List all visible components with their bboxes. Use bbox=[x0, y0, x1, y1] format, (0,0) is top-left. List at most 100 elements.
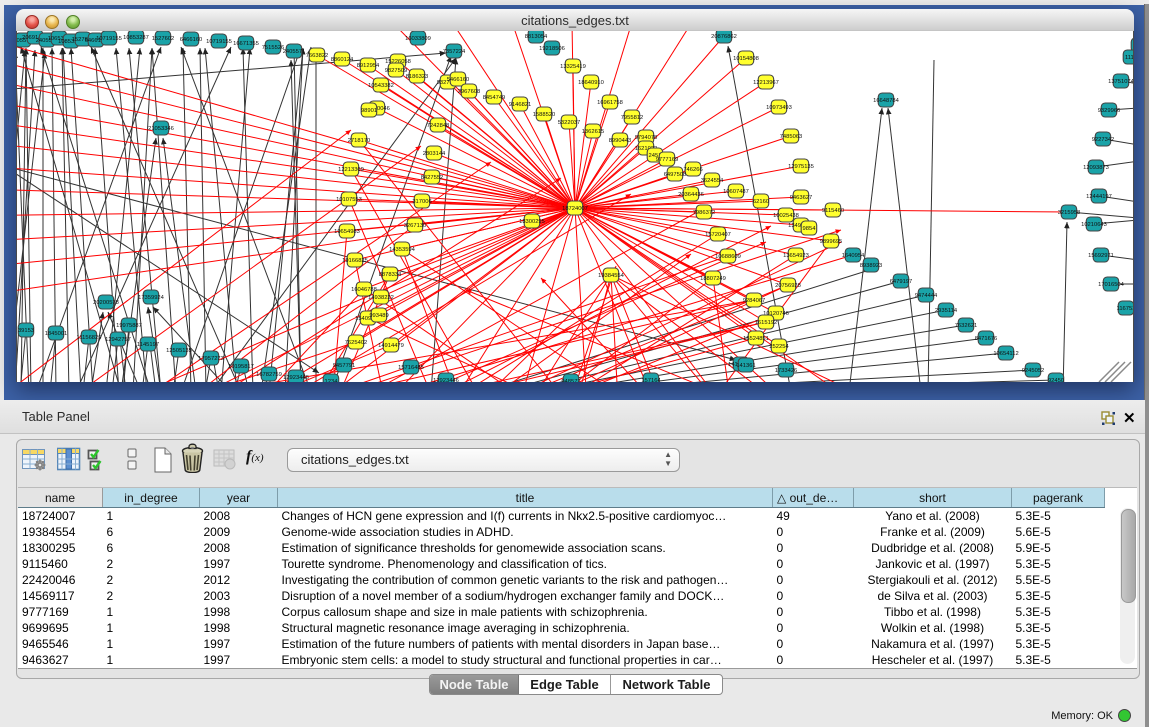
svg-text:39153: 39153 bbox=[18, 328, 34, 334]
svg-text:9284067: 9284067 bbox=[743, 298, 766, 304]
svg-text:8186323: 8186323 bbox=[406, 74, 429, 80]
svg-text:12923446: 12923446 bbox=[433, 378, 459, 382]
svg-text:19654983: 19654983 bbox=[334, 229, 360, 235]
svg-text:20364436: 20364436 bbox=[678, 192, 704, 198]
svg-text:18807249: 18807249 bbox=[700, 276, 726, 282]
svg-text:9794078: 9794078 bbox=[635, 135, 658, 141]
svg-text:17359924: 17359924 bbox=[138, 295, 165, 301]
svg-text:7986372: 7986372 bbox=[693, 210, 716, 216]
svg-text:8427552: 8427552 bbox=[421, 175, 444, 181]
svg-text:15716485: 15716485 bbox=[398, 365, 424, 371]
svg-text:7663822: 7663822 bbox=[306, 53, 329, 59]
svg-text:14353594: 14353594 bbox=[389, 247, 416, 253]
svg-text:2967608: 2967608 bbox=[458, 89, 481, 95]
svg-text:18640910: 18640910 bbox=[578, 80, 604, 86]
svg-text:9227342: 9227342 bbox=[1092, 137, 1115, 143]
svg-text:7632621: 7632621 bbox=[955, 323, 978, 329]
svg-text:2935114: 2935114 bbox=[935, 308, 958, 314]
svg-text:9115460: 9115460 bbox=[822, 208, 844, 214]
svg-text:2803144: 2803144 bbox=[423, 151, 446, 157]
svg-text:13751074: 13751074 bbox=[1108, 79, 1134, 85]
svg-text:9899695: 9899695 bbox=[820, 239, 843, 245]
svg-text:19218506: 19218506 bbox=[539, 46, 565, 52]
svg-text:9463627: 9463627 bbox=[790, 195, 813, 201]
svg-text:1588520: 1588520 bbox=[533, 112, 556, 118]
svg-text:1845001: 1845001 bbox=[45, 331, 68, 337]
svg-text:12942757: 12942757 bbox=[105, 337, 131, 343]
svg-text:141361: 141361 bbox=[736, 363, 755, 369]
svg-text:16782759: 16782759 bbox=[256, 372, 282, 378]
svg-text:21053346: 21053346 bbox=[148, 126, 174, 132]
svg-text:92450: 92450 bbox=[1048, 378, 1064, 382]
svg-text:15692971: 15692971 bbox=[1088, 253, 1114, 259]
svg-text:18724007: 18724007 bbox=[562, 206, 588, 212]
svg-text:20756928: 20756928 bbox=[775, 283, 801, 289]
svg-text:3215958: 3215958 bbox=[1058, 210, 1081, 216]
svg-text:2405571: 2405571 bbox=[283, 49, 306, 55]
svg-text:1640954: 1640954 bbox=[842, 253, 865, 259]
svg-text:1527602: 1527602 bbox=[152, 36, 175, 42]
svg-text:13325419: 13325419 bbox=[560, 64, 586, 70]
svg-text:1615192: 1615192 bbox=[755, 320, 778, 326]
svg-text:19975887: 19975887 bbox=[116, 323, 142, 329]
svg-text:3267130: 3267130 bbox=[404, 223, 427, 229]
svg-text:12923446: 12923446 bbox=[283, 375, 309, 381]
svg-text:2718170: 2718170 bbox=[348, 138, 371, 144]
svg-text:9146821: 9146821 bbox=[509, 102, 532, 108]
svg-text:20876862: 20876862 bbox=[711, 34, 737, 40]
svg-text:9329966: 9329966 bbox=[1098, 108, 1121, 114]
svg-text:12444197: 12444197 bbox=[1086, 194, 1112, 200]
svg-text:10195817: 10195817 bbox=[228, 364, 254, 370]
svg-text:7515526: 7515526 bbox=[262, 45, 285, 51]
svg-text:8471676: 8471676 bbox=[975, 336, 998, 342]
svg-text:10688609: 10688609 bbox=[715, 254, 741, 260]
svg-text:7955812: 7955812 bbox=[621, 115, 644, 121]
svg-text:9854: 9854 bbox=[803, 226, 817, 232]
svg-text:10719155: 10719155 bbox=[96, 36, 122, 42]
svg-text:16648784: 16648784 bbox=[873, 98, 900, 104]
svg-text:1362615: 1362615 bbox=[582, 129, 605, 135]
svg-text:15720407: 15720407 bbox=[705, 232, 731, 238]
svg-text:1161: 1161 bbox=[1133, 43, 1134, 49]
svg-text:14914479: 14914479 bbox=[378, 343, 404, 349]
svg-text:9474444: 9474444 bbox=[915, 293, 938, 299]
svg-text:10607487: 10607487 bbox=[723, 189, 749, 195]
svg-text:12975135: 12975135 bbox=[788, 164, 814, 170]
svg-text:16046788: 16046788 bbox=[351, 287, 377, 293]
svg-text:6479197: 6479197 bbox=[890, 279, 913, 285]
svg-text:62160: 62160 bbox=[753, 199, 769, 205]
svg-text:1117: 1117 bbox=[1125, 55, 1134, 61]
svg-text:12093873: 12093873 bbox=[1083, 165, 1109, 171]
svg-text:8938923: 8938923 bbox=[860, 263, 883, 269]
svg-text:10107553: 10107553 bbox=[336, 197, 362, 203]
svg-text:993489: 993489 bbox=[369, 313, 388, 319]
svg-text:7625402: 7625402 bbox=[345, 340, 368, 346]
svg-text:9245052: 9245052 bbox=[1022, 368, 1045, 374]
svg-text:12213967: 12213967 bbox=[753, 80, 779, 86]
svg-text:252254: 252254 bbox=[769, 344, 789, 350]
svg-text:9827509: 9827509 bbox=[385, 68, 408, 74]
svg-text:10154808: 10154808 bbox=[733, 56, 759, 62]
svg-text:8860124: 8860124 bbox=[331, 57, 354, 63]
svg-text:1145197: 1145197 bbox=[137, 342, 159, 348]
svg-text:98901: 98901 bbox=[361, 108, 377, 114]
svg-text:9777169: 9777169 bbox=[656, 157, 679, 163]
svg-text:6497508: 6497508 bbox=[664, 172, 687, 178]
svg-text:1733426: 1733426 bbox=[775, 368, 798, 374]
svg-text:15524851: 15524851 bbox=[743, 336, 769, 342]
svg-text:10654112: 10654112 bbox=[993, 351, 1018, 357]
svg-text:948577: 948577 bbox=[561, 379, 580, 382]
svg-text:11156829: 11156829 bbox=[77, 335, 102, 341]
svg-text:16671355: 16671355 bbox=[233, 41, 259, 47]
svg-text:10719155: 10719155 bbox=[206, 39, 232, 45]
svg-text:10543382: 10543382 bbox=[368, 83, 394, 89]
svg-text:18300295: 18300295 bbox=[519, 219, 545, 225]
svg-text:16961758: 16961758 bbox=[597, 100, 623, 106]
svg-text:19384554: 19384554 bbox=[598, 273, 625, 279]
svg-text:1234: 1234 bbox=[325, 379, 339, 382]
svg-text:6466160: 6466160 bbox=[180, 37, 203, 43]
svg-text:8454749: 8454749 bbox=[483, 95, 506, 101]
svg-text:12505135: 12505135 bbox=[166, 348, 192, 354]
svg-text:12213369: 12213369 bbox=[338, 167, 364, 173]
svg-text:8813054: 8813054 bbox=[525, 34, 548, 40]
